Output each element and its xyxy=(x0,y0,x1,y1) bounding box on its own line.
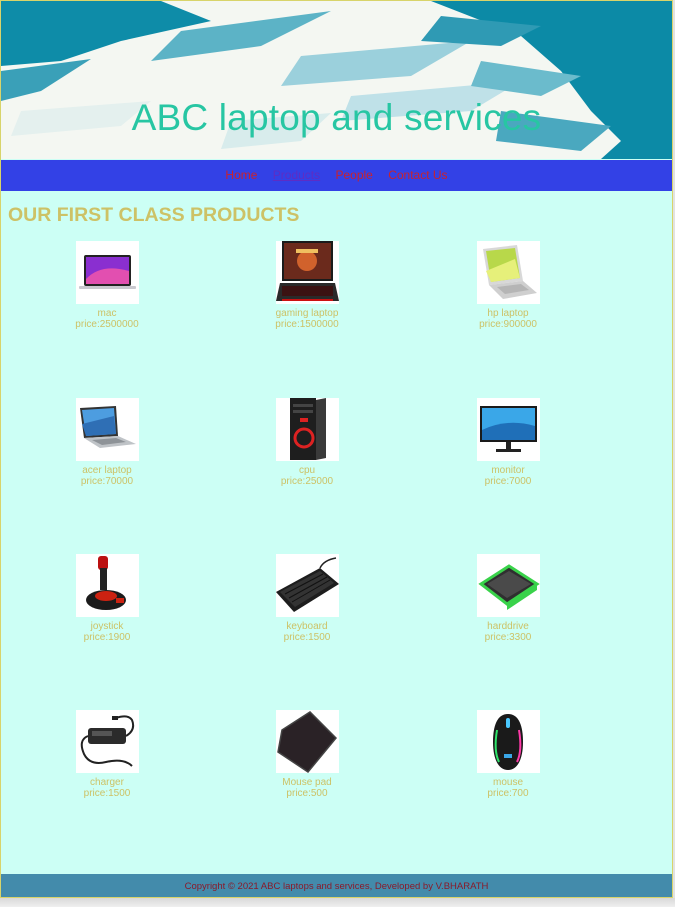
product-price: price:1900 xyxy=(83,632,131,643)
product-name: cpu xyxy=(298,465,316,476)
copyright-text: Copyright © 2021 ABC laptops and service… xyxy=(184,881,489,892)
product-card-monitor[interactable]: monitor price:7000 xyxy=(438,398,578,487)
product-name: harddrive xyxy=(487,621,529,632)
nav-link-products[interactable]: Products xyxy=(273,168,320,182)
mouse-pad-image[interactable] xyxy=(275,710,339,773)
gaming-laptop-image[interactable] xyxy=(275,241,339,304)
nav-link-home[interactable]: Home xyxy=(225,168,257,182)
cpu-tower-image[interactable] xyxy=(275,398,339,461)
product-card-acer-laptop[interactable]: acer laptop price:70000 xyxy=(37,398,177,487)
product-price: price:900000 xyxy=(479,319,537,330)
main-nav: Home Products People Contact Us xyxy=(1,160,672,191)
product-price: price:2500000 xyxy=(75,319,139,330)
product-name: gaming laptop xyxy=(275,308,339,319)
site-title: ABC laptop and services xyxy=(131,97,542,138)
product-name: charger xyxy=(90,777,124,788)
page: ABC laptop and services Home Products Pe… xyxy=(0,0,673,898)
product-name: Mouse pad xyxy=(282,777,332,788)
product-name: acer laptop xyxy=(82,465,132,476)
product-card-harddrive[interactable]: harddrive price:3300 xyxy=(438,554,578,643)
nav-link-people[interactable]: People xyxy=(335,168,372,182)
header-banner: ABC laptop and services xyxy=(1,1,672,159)
product-card-gaming-laptop[interactable]: gaming laptop price:1500000 xyxy=(237,241,377,330)
laptop-mac-image[interactable] xyxy=(75,241,139,304)
product-price: price:3300 xyxy=(484,632,532,643)
monitor-image[interactable] xyxy=(476,398,540,461)
product-name: keyboard xyxy=(286,621,328,632)
harddrive-image[interactable] xyxy=(476,554,540,617)
product-price: price:70000 xyxy=(80,476,134,487)
section-heading: OUR FIRST CLASS PRODUCTS xyxy=(8,204,300,226)
product-price: price:500 xyxy=(286,788,328,799)
product-price: price:25000 xyxy=(280,476,334,487)
product-name: hp laptop xyxy=(487,308,529,319)
product-name: mouse xyxy=(492,777,523,788)
product-card-charger[interactable]: charger price:1500 xyxy=(37,710,177,799)
charger-image[interactable] xyxy=(75,710,139,773)
mouse-image[interactable] xyxy=(476,710,540,773)
hp-laptop-image[interactable] xyxy=(476,241,540,304)
joystick-image[interactable] xyxy=(75,554,139,617)
product-price: price:1500 xyxy=(283,632,331,643)
product-card-keyboard[interactable]: keyboard price:1500 xyxy=(237,554,377,643)
acer-laptop-image[interactable] xyxy=(75,398,139,461)
product-card-mac[interactable]: mac price:2500000 xyxy=(37,241,177,330)
window-shadow-bottom xyxy=(0,898,675,907)
product-card-mouse[interactable]: mouse price:700 xyxy=(438,710,578,799)
product-card-hp-laptop[interactable]: hp laptop price:900000 xyxy=(438,241,578,330)
product-price: price:700 xyxy=(487,788,529,799)
product-name: monitor xyxy=(491,465,525,476)
product-card-joystick[interactable]: joystick price:1900 xyxy=(37,554,177,643)
product-name: joystick xyxy=(90,621,124,632)
keyboard-image[interactable] xyxy=(275,554,339,617)
footer: Copyright © 2021 ABC laptops and service… xyxy=(1,874,672,897)
product-price: price:1500 xyxy=(83,788,131,799)
product-name: mac xyxy=(97,308,117,319)
nav-link-contact-us[interactable]: Contact Us xyxy=(388,168,447,182)
product-price: price:1500000 xyxy=(275,319,339,330)
product-card-cpu[interactable]: cpu price:25000 xyxy=(237,398,377,487)
product-price: price:7000 xyxy=(484,476,532,487)
product-card-mouse-pad[interactable]: Mouse pad price:500 xyxy=(237,710,377,799)
